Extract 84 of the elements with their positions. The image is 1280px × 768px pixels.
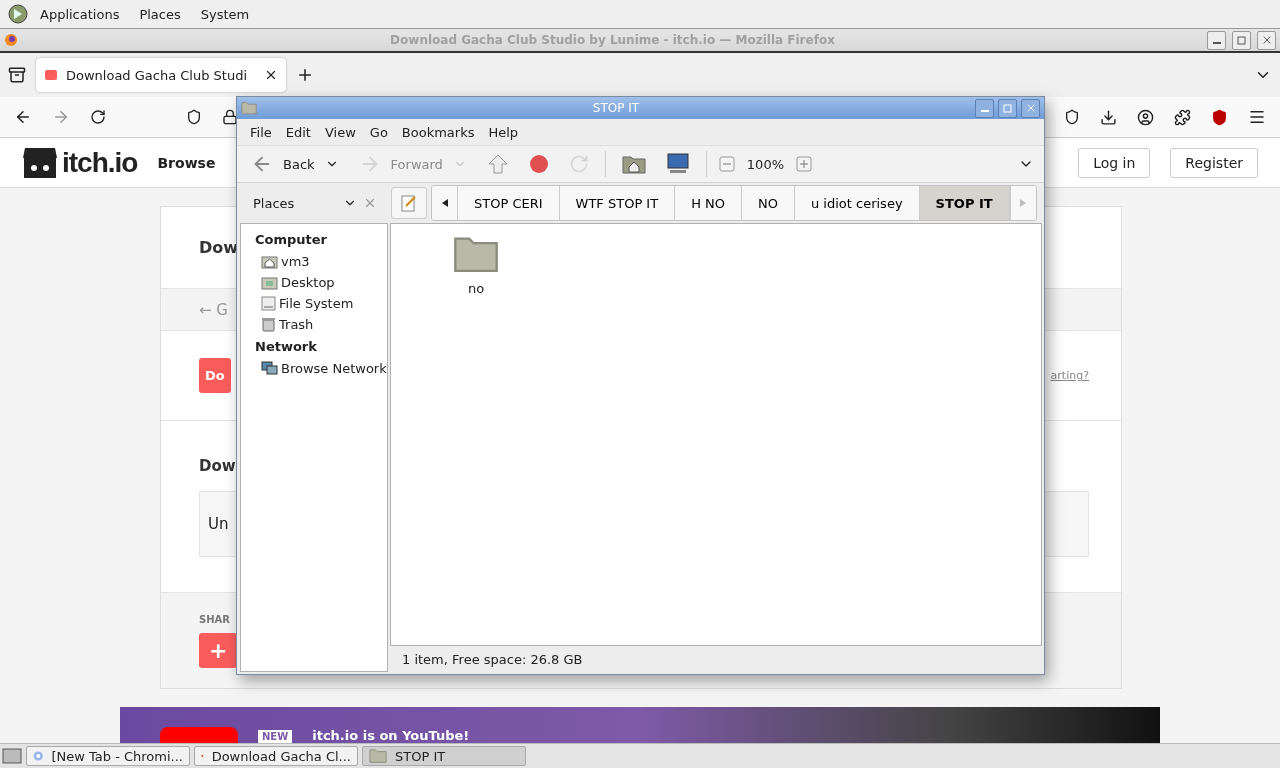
panel-menu[interactable]: System [192,6,258,22]
new-tab-icon[interactable] [296,66,314,84]
site-logo: itch.io [62,146,138,179]
menu-item[interactable]: Help [481,124,526,140]
home-folder-icon [621,154,646,174]
share-label: SHAR [199,613,230,625]
info-text: Un [208,514,229,533]
menu-item[interactable]: View [317,124,363,140]
nav-link[interactable]: Browse [157,154,216,171]
close-button[interactable] [1021,98,1040,118]
folder-icon [453,234,499,274]
maximize-button[interactable] [998,98,1017,118]
maximize-icon [1237,35,1246,45]
scroll-left-button[interactable] [432,186,458,220]
tab-title: Download Gacha Club Studi [66,67,249,83]
back-icon[interactable] [14,108,32,126]
sidebar-item[interactable]: Desktop [241,272,387,293]
places-dropdown[interactable]: Places [253,195,357,211]
tab-list-icon[interactable] [8,66,26,84]
taskbar-item[interactable]: Download Gacha Cl... [194,746,358,766]
store-icon [44,68,58,82]
banner-text: itch.io is on YouTube! [312,728,470,743]
computer-icon [665,153,690,175]
header-button[interactable]: Register [1170,147,1258,178]
folder-item[interactable]: no [431,234,521,297]
account-icon[interactable] [1137,108,1154,126]
home-folder-icon [261,254,278,269]
path-button[interactable]: STOP IT [919,186,1010,220]
sidebar-item[interactable]: File System [241,293,387,314]
status-text: 1 item, Free space: 26.8 GB [401,650,584,669]
desktop-folder-icon [261,275,278,290]
reload-icon [568,154,589,174]
minimize-icon [1212,42,1221,44]
header-button[interactable]: Log in [1078,147,1151,178]
zoom-level: 100% [746,156,784,172]
puzzle-icon[interactable] [1174,108,1191,126]
minimize-button[interactable] [1207,30,1226,50]
page-heading: Dow [199,238,239,258]
panel-menu[interactable]: Places [131,6,189,22]
sidebar-item[interactable]: Trash [241,314,387,335]
new-badge: NEW [258,730,293,743]
help-link[interactable]: arting? [1050,369,1089,383]
close-icon[interactable] [264,68,278,82]
forward-icon[interactable] [52,108,70,126]
window-title: Download Gacha Club Studio by Lunime - itch.io — Mozilla Firefox [389,33,836,47]
minimize-button[interactable] [975,98,994,118]
menu-item[interactable]: Bookmarks [394,124,482,140]
sidebar-heading: Network [254,338,318,356]
panel-menu[interactable]: Applications [32,6,128,22]
back-button[interactable]: Back [247,151,343,177]
taskbar-item[interactable]: [New Tab - Chromi... [26,746,190,766]
maximize-icon [1003,103,1012,113]
menu-item[interactable]: File [243,124,279,140]
shield-icon[interactable] [1211,108,1228,126]
sidebar-item[interactable]: Browse Network [241,358,387,379]
close-button[interactable] [1257,30,1276,50]
menu-item[interactable]: Go [362,124,395,140]
window-title: STOP IT [591,101,641,115]
right-triangle-icon [1020,199,1027,207]
reload-icon[interactable] [90,109,106,125]
drive-icon [261,296,276,311]
taskbar-item[interactable]: STOP IT [362,746,526,766]
menu-item[interactable]: Edit [278,124,318,140]
browser-tab[interactable]: Download Gacha Club Studi [36,58,286,92]
download-icon[interactable] [1100,108,1117,126]
trash-icon [261,317,276,332]
up-arrow-icon [486,153,509,175]
left-triangle-icon [441,199,448,207]
site-logo-icon[interactable] [22,145,58,180]
sidebar-item[interactable]: vm3 [241,251,387,272]
browser-globe-icon [33,748,44,764]
minimize-icon [980,110,989,112]
notepad-pencil-icon [401,194,417,212]
section-heading: Dow [199,456,237,475]
distro-logo-icon[interactable] [8,4,28,24]
stop-icon [528,154,549,174]
folder-icon [241,101,257,115]
show-desktop-icon[interactable] [2,747,22,765]
shield-icon[interactable] [186,109,202,125]
network-computers-icon [261,361,278,376]
lock-icon [222,109,238,125]
menu-icon[interactable] [1248,108,1266,126]
folder-icon [369,748,387,764]
sidebar-heading: Computer [254,231,329,249]
